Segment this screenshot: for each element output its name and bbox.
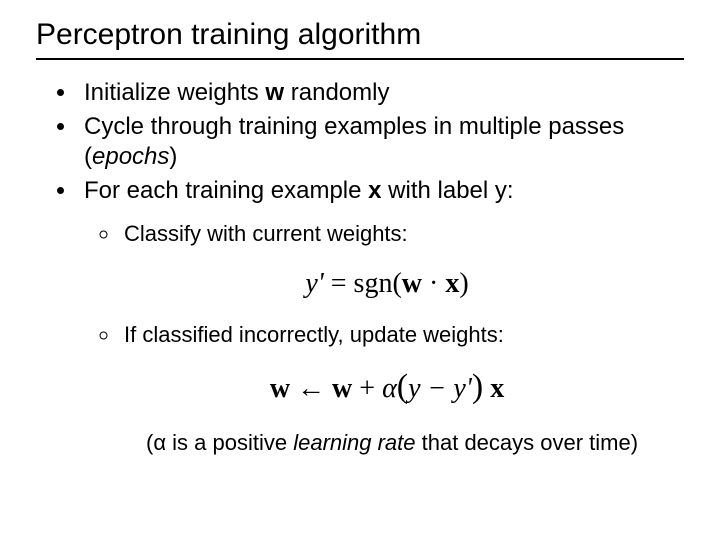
note-c: that decays over time)	[416, 430, 639, 455]
italic-epochs: epochs	[92, 143, 169, 170]
f1-lhs: y'	[305, 268, 330, 299]
f1-eq: =	[331, 268, 347, 299]
f2-diff: y − y'	[408, 373, 472, 404]
f1-w: w	[402, 268, 422, 299]
sub-bullet-2: If classified incorrectly, update weight…	[120, 321, 690, 349]
f2-lp: (	[397, 368, 408, 405]
bold-w: w	[265, 79, 284, 106]
bold-x: x	[368, 177, 381, 204]
text: with label y:	[382, 177, 514, 204]
f2-rp: )	[472, 368, 483, 405]
bullet-1: Initialize weights w randomly	[78, 78, 690, 108]
note-a: (α is a positive	[146, 430, 293, 455]
f2-w1: w	[270, 373, 290, 404]
f1-x: x	[445, 268, 459, 299]
f1-close: )	[459, 268, 468, 299]
text: Initialize weights	[84, 79, 265, 106]
note: (α is a positive learning rate that deca…	[146, 429, 690, 457]
f2-arrow: ←	[290, 373, 332, 404]
bullet-list: Initialize weights w randomly Cycle thro…	[30, 78, 690, 456]
f2-x: x	[490, 373, 504, 404]
sub-list-2: If classified incorrectly, update weight…	[84, 321, 690, 349]
slide-title: Perceptron training algorithm	[36, 18, 684, 60]
f2-alpha: α	[382, 373, 397, 404]
slide: Perceptron training algorithm Initialize…	[0, 0, 720, 540]
f2-w2: w	[332, 373, 352, 404]
formula-classify: y' = sgn(w · x)	[84, 266, 690, 301]
text: )	[169, 143, 177, 170]
text: For each training example	[84, 177, 368, 204]
sub-list: Classify with current weights:	[84, 220, 690, 248]
bullet-3: For each training example x with label y…	[78, 176, 690, 456]
formula-update: w ← w + α(y − y') x	[84, 366, 690, 409]
text: randomly	[284, 79, 389, 106]
sub-bullet-1: Classify with current weights:	[120, 220, 690, 248]
bullet-2: Cycle through training examples in multi…	[78, 112, 690, 172]
f1-sgn: sgn(	[347, 268, 402, 299]
f2-plus: +	[352, 373, 382, 404]
f1-dot: ·	[422, 268, 445, 299]
note-b: learning rate	[293, 430, 415, 455]
